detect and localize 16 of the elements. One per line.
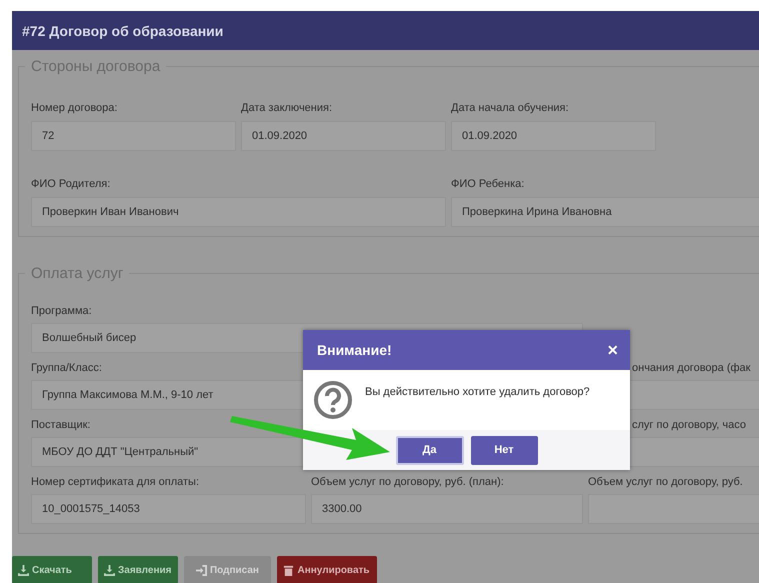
- field-label: Дата заключения:: [241, 102, 334, 115]
- field-label: Дата начала обучения:: [451, 102, 570, 115]
- panel-title: #72 Договор об образовании: [12, 11, 759, 50]
- field-label: Группа/Класс:: [31, 362, 103, 375]
- field-label: Поставщик:: [31, 419, 92, 432]
- field-label: Объем услуг по договору, руб. (план):: [311, 476, 505, 489]
- field-label: слуг по договору, часо: [631, 419, 747, 432]
- field-label: ФИО Родителя:: [31, 178, 112, 191]
- field-label: ончания договора (фак: [631, 362, 752, 375]
- dialog-message: Вы действительно хотите удалить договор?: [365, 385, 590, 400]
- field-label: Объем услуг по договору, руб.: [588, 476, 744, 489]
- field-label: Номер сертификата для оплаты:: [31, 476, 200, 489]
- field-label: Программа:: [31, 305, 93, 318]
- field-label: Номер договора:: [31, 102, 118, 115]
- dialog-title: Внимание!: [317, 342, 392, 358]
- field-label: ФИО Ребенка:: [451, 178, 526, 191]
